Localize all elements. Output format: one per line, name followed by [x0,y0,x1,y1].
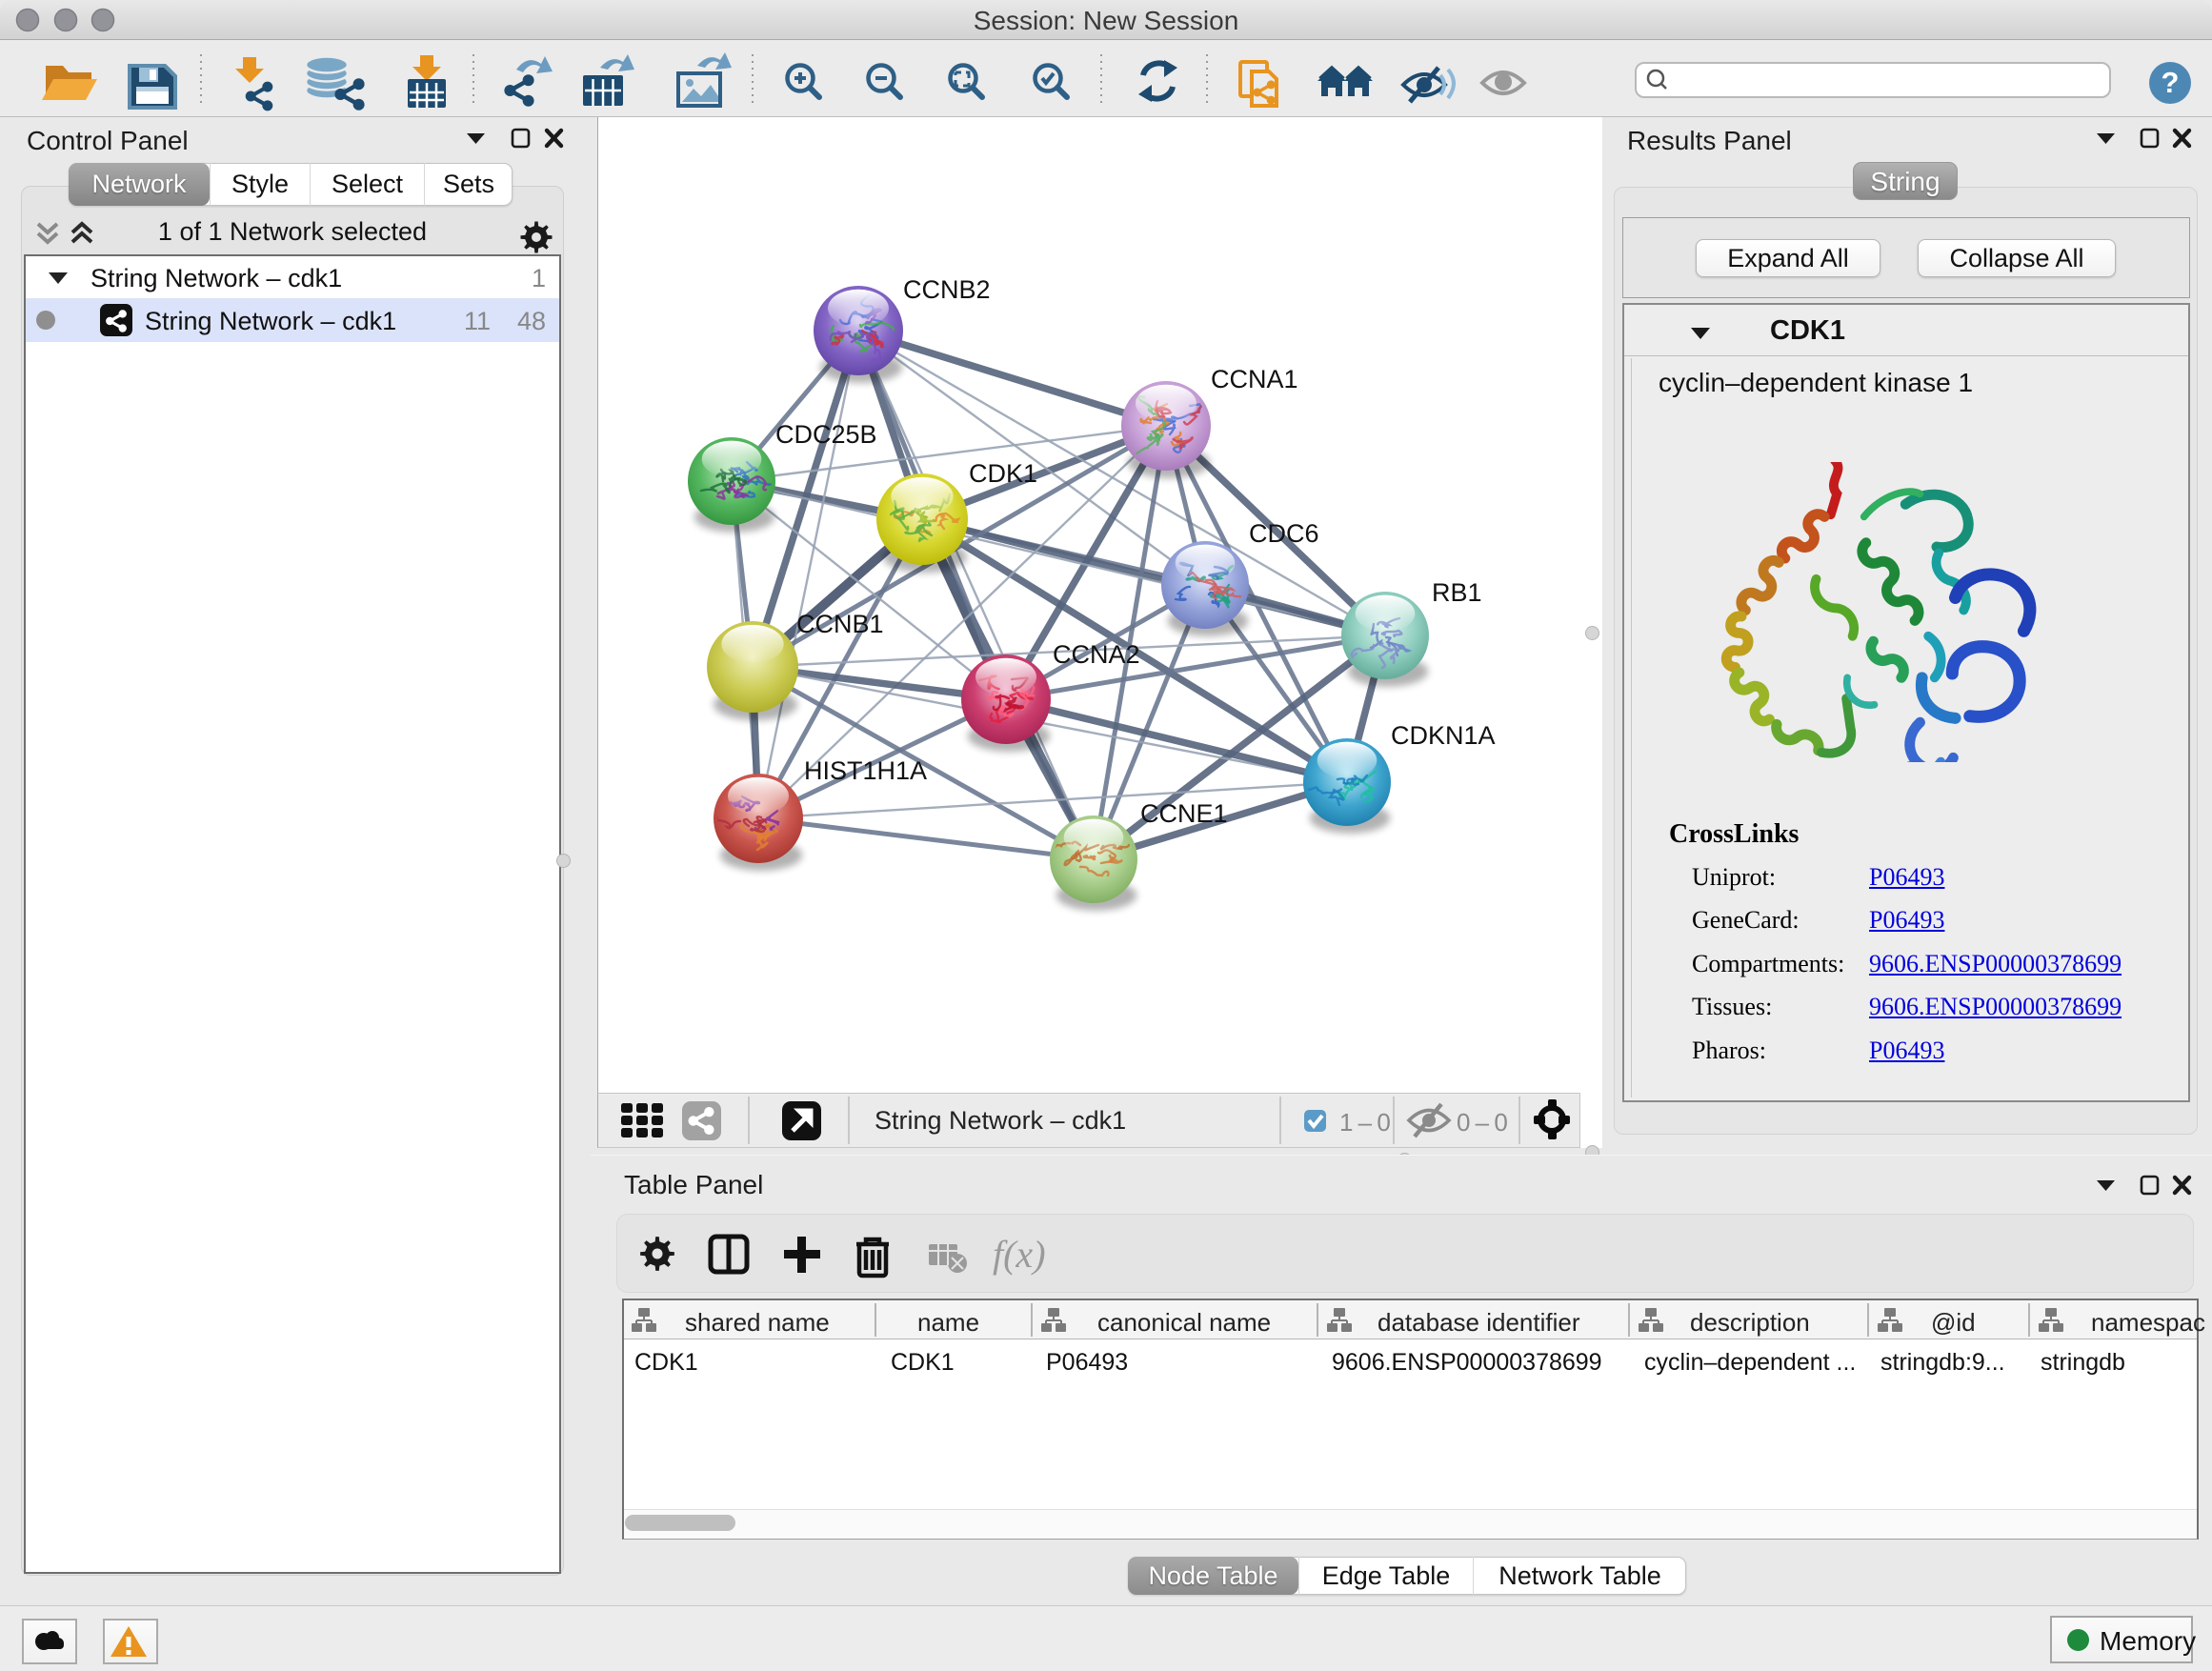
svg-text:f(x): f(x) [993,1233,1046,1276]
svg-text:CCNB1: CCNB1 [796,610,884,638]
svg-text:CCNA1: CCNA1 [1211,365,1298,393]
svg-text:CCNA2: CCNA2 [1053,640,1140,669]
svg-text:CCNB2: CCNB2 [903,275,991,304]
svg-text:RB1: RB1 [1432,578,1482,607]
svg-text:CDKN1A: CDKN1A [1391,721,1496,750]
svg-text:CDC6: CDC6 [1249,519,1319,548]
svg-text:CDC25B: CDC25B [775,420,877,449]
svg-text:CDK1: CDK1 [969,459,1037,488]
svg-text:CCNE1: CCNE1 [1140,799,1228,828]
svg-text:HIST1H1A: HIST1H1A [804,756,927,785]
